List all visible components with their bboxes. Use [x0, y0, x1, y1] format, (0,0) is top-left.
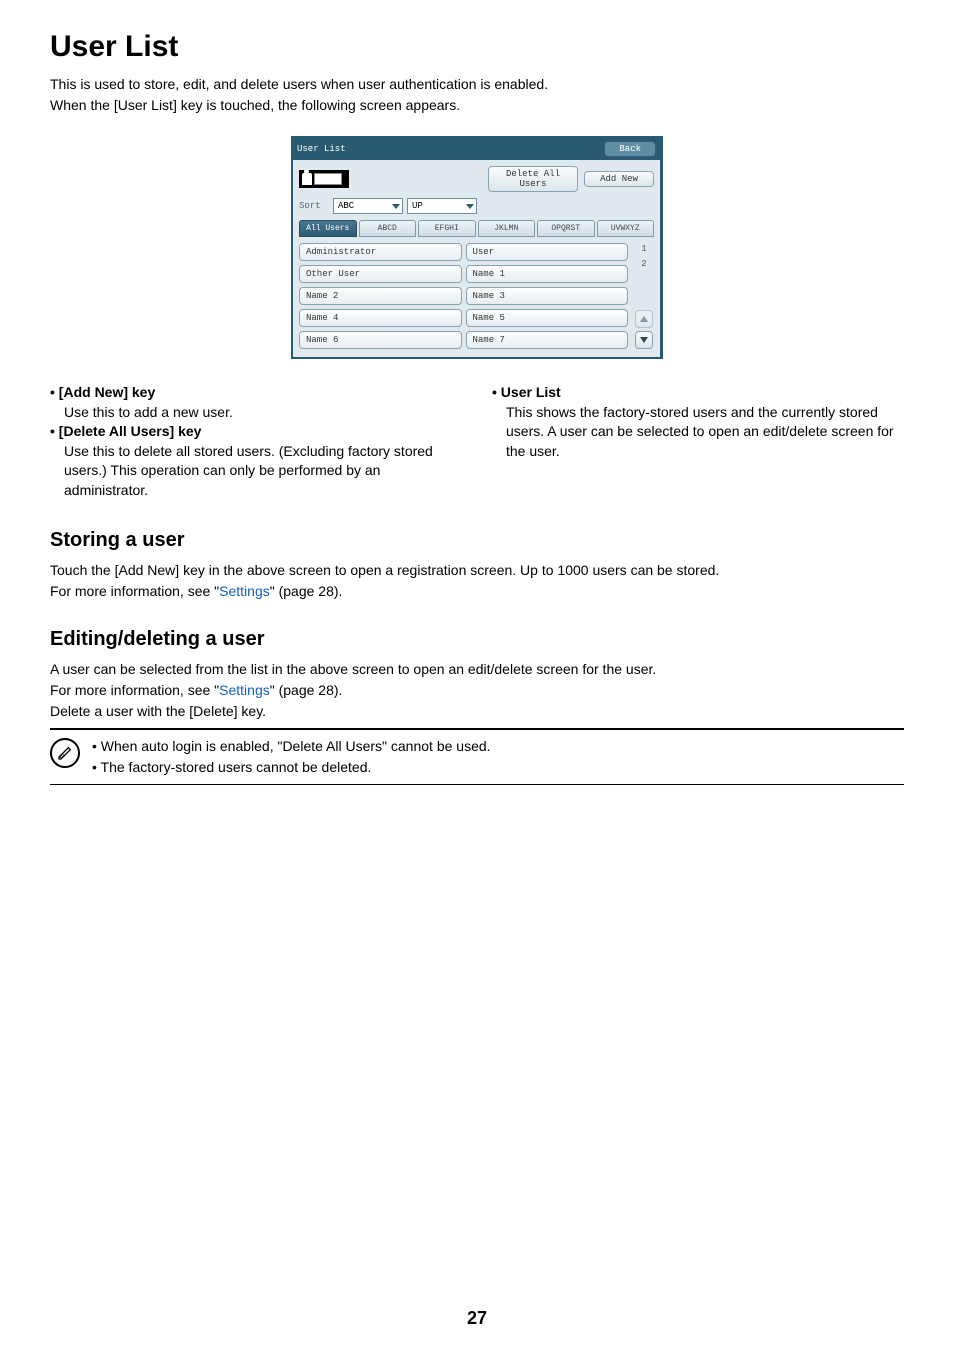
panel-title: User List [297, 144, 346, 154]
back-button[interactable]: Back [604, 141, 656, 157]
desc-body: This shows the factory-stored users and … [506, 403, 904, 462]
text-fragment: For more information, see " [50, 583, 219, 599]
tab-abcd[interactable]: ABCD [359, 220, 417, 237]
tab-all-users[interactable]: All Users [299, 220, 357, 237]
tab-efghi[interactable]: EFGHI [418, 220, 476, 237]
desc-body: Use this to delete all stored users. (Ex… [64, 442, 462, 501]
sort-direction-dropdown[interactable]: UP [407, 198, 477, 214]
desc-heading: [Add New] key [50, 383, 462, 403]
page-total: 2 [641, 258, 646, 270]
delete-all-users-button[interactable]: Delete All Users [488, 166, 578, 192]
text-fragment: For more information, see " [50, 682, 219, 698]
list-item[interactable]: Name 6 [299, 331, 462, 349]
tab-opqrst[interactable]: OPQRST [537, 220, 595, 237]
user-icon [302, 173, 312, 185]
user-list-screenshot: User List Back Delete All Users Add New … [291, 136, 663, 359]
user-search-box[interactable] [299, 170, 349, 188]
settings-link[interactable]: Settings [219, 583, 270, 599]
list-item[interactable]: Name 7 [466, 331, 629, 349]
list-item[interactable]: Name 4 [299, 309, 462, 327]
text-fragment: " (page 28). [270, 583, 343, 599]
page-current: 1 [641, 243, 646, 255]
page-up-button[interactable] [635, 310, 653, 328]
add-new-button[interactable]: Add New [584, 171, 654, 187]
note-icon [50, 738, 80, 768]
desc-heading: [Delete All Users] key [50, 422, 462, 442]
page-number: 27 [0, 1308, 954, 1329]
editing-line2: For more information, see "Settings" (pa… [50, 680, 904, 701]
list-item[interactable]: Administrator [299, 243, 462, 261]
intro-line-1: This is used to store, edit, and delete … [50, 74, 904, 95]
desc-body: Use this to add a new user. [64, 403, 462, 423]
chevron-down-icon [392, 204, 400, 209]
intro-line-2: When the [User List] key is touched, the… [50, 95, 904, 116]
tab-jklmn[interactable]: JKLMN [478, 220, 536, 237]
arrow-up-icon [640, 316, 648, 322]
list-item[interactable]: User [466, 243, 629, 261]
text-fragment: " (page 28). [270, 682, 343, 698]
list-item[interactable]: Name 2 [299, 287, 462, 305]
page-title: User List [50, 30, 904, 64]
sort-field-dropdown[interactable]: ABC [333, 198, 403, 214]
sort-direction-value: UP [412, 201, 423, 211]
search-field[interactable] [314, 173, 342, 185]
note-item: The factory-stored users cannot be delet… [92, 757, 491, 778]
storing-line1: Touch the [Add New] key in the above scr… [50, 560, 904, 581]
settings-link[interactable]: Settings [219, 682, 270, 698]
pencil-icon [57, 745, 73, 761]
arrow-down-icon [640, 337, 648, 343]
tab-uvwxyz[interactable]: UVWXYZ [597, 220, 655, 237]
editing-line3: Delete a user with the [Delete] key. [50, 701, 904, 722]
chevron-down-icon [466, 204, 474, 209]
sort-label: Sort [299, 201, 329, 211]
list-item[interactable]: Other User [299, 265, 462, 283]
section-heading-editing: Editing/deleting a user [50, 628, 904, 651]
storing-line2: For more information, see "Settings" (pa… [50, 581, 904, 602]
sort-field-value: ABC [338, 201, 354, 211]
editing-line1: A user can be selected from the list in … [50, 659, 904, 680]
section-heading-storing: Storing a user [50, 529, 904, 552]
page-down-button[interactable] [635, 331, 653, 349]
list-item[interactable]: Name 1 [466, 265, 629, 283]
note-item: When auto login is enabled, "Delete All … [92, 736, 491, 757]
list-item[interactable]: Name 5 [466, 309, 629, 327]
list-item[interactable]: Name 3 [466, 287, 629, 305]
desc-heading: User List [492, 383, 904, 403]
